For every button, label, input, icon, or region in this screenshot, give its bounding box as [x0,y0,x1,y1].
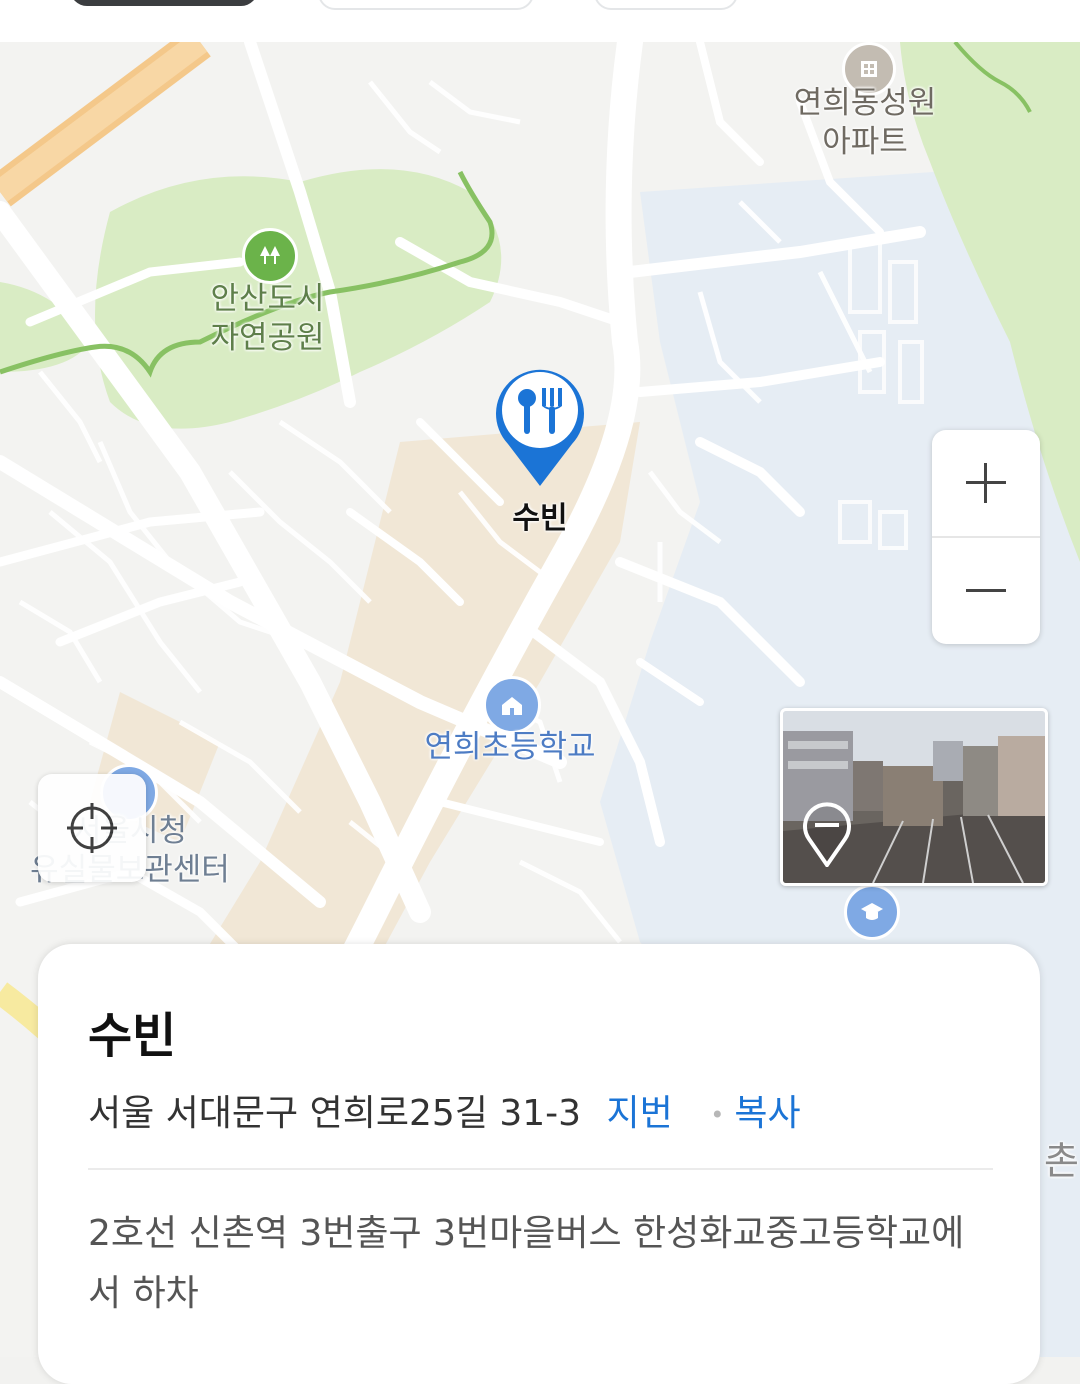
park-label[interactable]: 안산도시 자연공원 [180,280,355,358]
apartment-label[interactable]: 연희동성원 아파트 [770,84,960,162]
place-address: 서울 서대문구 연희로25길 31-3 [88,1093,582,1134]
zoom-control [932,430,1040,644]
restaurant-pin-icon[interactable] [492,362,588,490]
filter-chip[interactable] [594,0,738,10]
crosshair-icon [67,803,117,853]
street-view-thumbnail[interactable] [780,708,1048,886]
jibun-link[interactable]: 지번 [607,1093,673,1134]
edge-label: 촌 [1044,1139,1079,1183]
minus-icon [966,589,1006,592]
marker-label[interactable]: 수빈 [480,500,600,538]
place-info-card[interactable]: 수빈 서울 서대문구 연희로25길 31-3 지번 • 복사 2호선 신촌역 3번… [38,944,1040,1384]
street-view-pin-icon [801,801,853,869]
park-icon[interactable] [242,228,298,284]
place-title: 수빈 [88,1008,177,1064]
filter-chip[interactable] [70,0,258,6]
divider [88,1168,993,1170]
copy-link[interactable]: 복사 [734,1093,800,1134]
plus-icon [966,463,1006,503]
directions-text: 2호선 신촌역 3번출구 3번마을버스 한성화교중고등학교에서 하차 [88,1213,965,1314]
school-icon[interactable] [483,676,541,734]
filter-chip[interactable] [318,0,534,10]
my-location-button[interactable] [38,774,146,882]
top-filter-bar [0,0,1080,42]
zoom-in-button[interactable] [932,430,1040,536]
zoom-out-button[interactable] [932,538,1040,644]
school-label[interactable]: 연희초등학교 [390,728,630,767]
separator-dot: • [710,1101,725,1129]
place-address-row: 서울 서대문구 연희로25길 31-3 지번 • 복사 [88,1084,801,1136]
university-icon[interactable] [844,884,900,940]
